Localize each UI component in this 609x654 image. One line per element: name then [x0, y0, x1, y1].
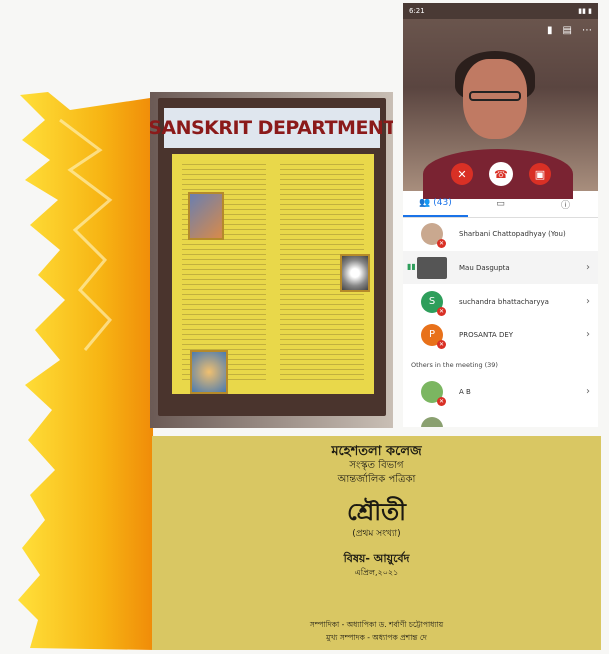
- chevron-right-icon: ›: [586, 262, 590, 273]
- journal-cover: মহেশতলা কলেজ সংস্কৃত বিভাগ আন্তর্জালিক প…: [152, 436, 601, 650]
- audio-output-icon[interactable]: ▮: [547, 25, 553, 36]
- chevron-right-icon: ›: [586, 329, 590, 340]
- camera-off-button[interactable]: ▣: [529, 163, 551, 185]
- participant-name: Mau Dasgupta: [459, 263, 510, 272]
- mic-off-button[interactable]: ✕: [451, 163, 473, 185]
- call-tabs: 👥 (43) ▭ ⓘ: [403, 191, 598, 218]
- captions-icon[interactable]: ▤: [563, 25, 572, 36]
- participant-row[interactable]: S ✕ suchandra bhattacharyya ›: [403, 285, 598, 318]
- editor-line: সম্পাদিকা - অধ্যাপিকা ড. শর্বাণী চট্টোপা…: [309, 620, 444, 629]
- speaking-icon: ▮▮: [407, 261, 416, 271]
- participant-row[interactable]: P ✕ PROSANTA DEY ›: [403, 318, 598, 351]
- info-icon: ⓘ: [560, 200, 570, 211]
- participant-row[interactable]: ▮▮ Mau Dasgupta ›: [403, 251, 598, 284]
- board-banner: SANSKRIT DEPARTMENT: [150, 108, 393, 148]
- tab-chat[interactable]: ▭: [468, 191, 533, 217]
- avatar-initial: S: [428, 296, 436, 307]
- magazine-label: আন্তর্জালিক পত্রিকা: [337, 474, 416, 485]
- mic-off-icon: ✕: [437, 306, 446, 316]
- status-time: 6:21: [409, 7, 425, 15]
- avatar: P ✕: [421, 323, 446, 349]
- participant-name: Sharbani Chattopadhyay (You): [459, 229, 566, 238]
- avatar: [421, 416, 443, 427]
- others-heading: Others in the meeting (39): [411, 361, 498, 369]
- chevron-right-icon: ›: [586, 386, 590, 397]
- avatar: S ✕: [421, 290, 446, 316]
- chief-editor-line: মুখ্য সম্পাদক - অধ্যাপক প্রশান্ত দে: [326, 633, 427, 642]
- participant-row-partial: [403, 411, 598, 427]
- status-bar: 6:21 ▮▮ ▮: [403, 3, 598, 19]
- tab-people[interactable]: 👥 (43): [403, 191, 468, 217]
- deity-picture-bottom: [190, 350, 228, 394]
- chevron-right-icon: ›: [586, 296, 590, 307]
- chat-icon: ▭: [496, 199, 505, 209]
- circle-picture: [340, 254, 370, 292]
- participant-name: A B: [459, 387, 471, 396]
- people-icon: 👥: [419, 198, 434, 208]
- mic-off-icon: ✕: [437, 238, 446, 248]
- deity-picture-top: [188, 192, 224, 240]
- decorative-brush-stroke: [18, 92, 155, 650]
- mic-off-icon: ✕: [437, 339, 446, 349]
- participant-name: suchandra bhattacharyya: [459, 297, 549, 306]
- video-call-screenshot: 6:21 ▮▮ ▮ ▮ ▤ ⋯ ✕ ☎ ▣ 👥 (43) ▭ ⓘ ✕ Sharb…: [403, 3, 598, 427]
- participant-row[interactable]: ✕ A B ›: [403, 375, 598, 408]
- avatar-initial: P: [428, 329, 436, 340]
- issue-date: এপ্রিল,২০২১: [354, 568, 399, 577]
- notice-board-photo: SANSKRIT DEPARTMENT: [150, 92, 393, 428]
- tab-info[interactable]: ⓘ: [533, 191, 598, 217]
- board-banner-text: SANSKRIT DEPARTMENT: [150, 117, 393, 139]
- participant-name: PROSANTA DEY: [459, 330, 514, 339]
- avatar: ▮▮: [407, 256, 447, 279]
- people-count: (43): [433, 198, 452, 208]
- issue-label: (প্রথম সংখ্যা): [352, 529, 401, 539]
- avatar: ✕: [421, 222, 446, 248]
- yellow-poster: [172, 154, 374, 394]
- more-options-icon[interactable]: ⋯: [582, 25, 592, 36]
- video-feed: ▮ ▤ ⋯ ✕ ☎ ▣: [403, 19, 598, 199]
- signal-icon: ▮▮ ▮: [578, 7, 592, 15]
- participant-row[interactable]: ✕ Sharbani Chattopadhyay (You): [403, 217, 598, 250]
- avatar: ✕: [421, 380, 446, 406]
- end-call-button[interactable]: ☎: [489, 162, 513, 186]
- mic-off-icon: ✕: [437, 396, 446, 406]
